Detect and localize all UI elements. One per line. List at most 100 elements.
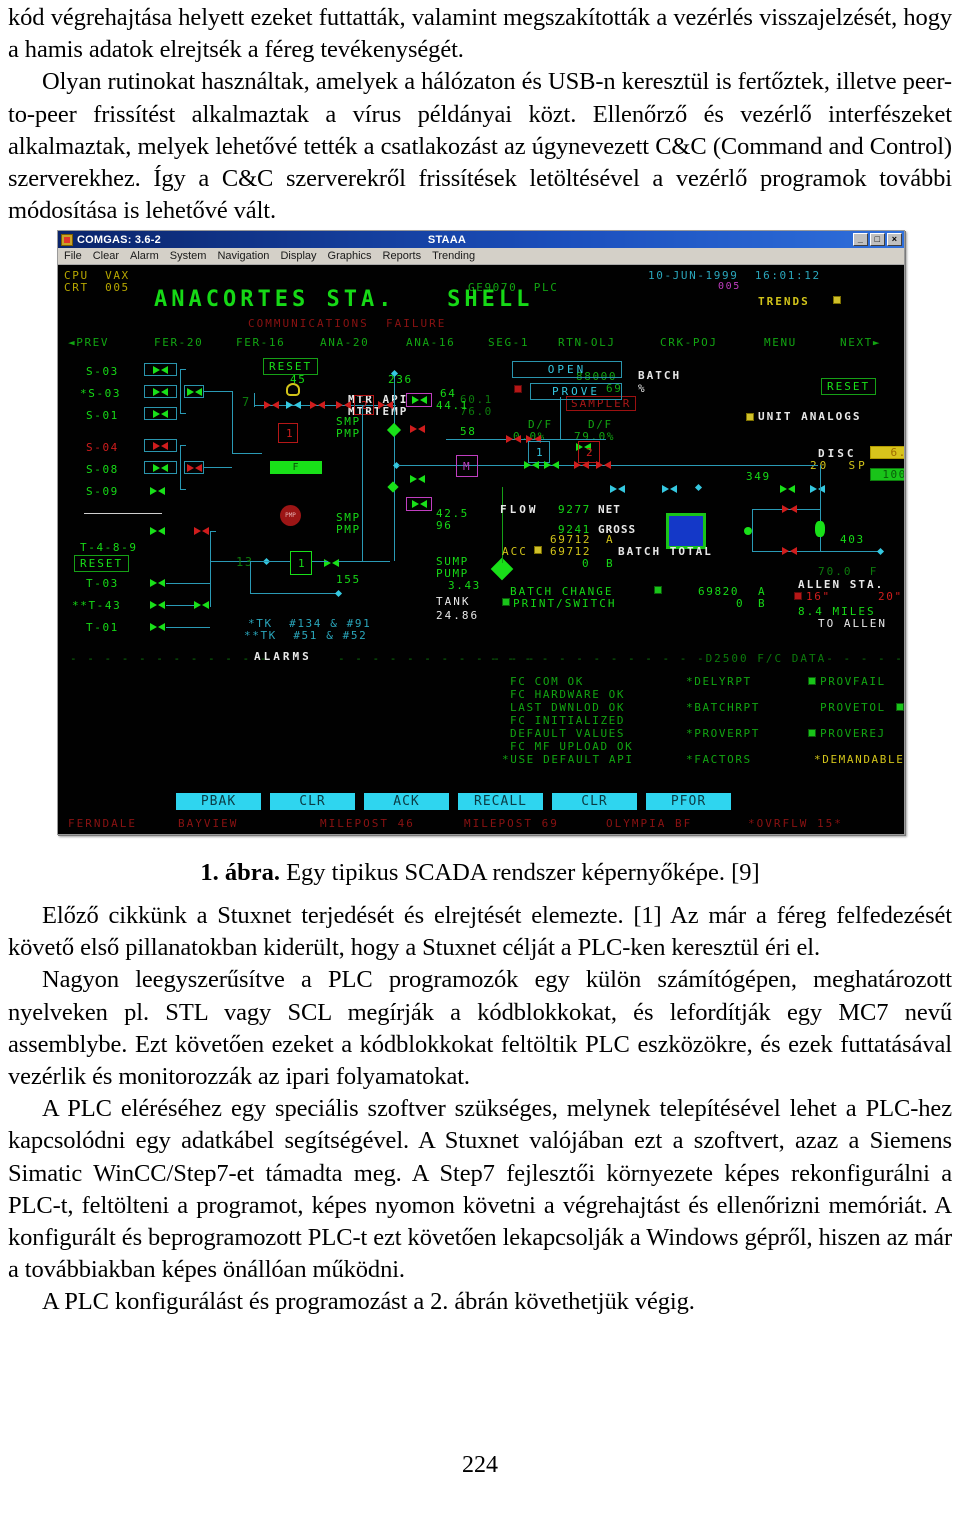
nav-next[interactable]: NEXT► <box>840 336 881 349</box>
valve-icon-b8[interactable] <box>810 485 825 493</box>
green-status-bar[interactable]: F <box>270 461 322 474</box>
print-switch-icon[interactable] <box>502 598 510 606</box>
reset-button-left[interactable]: RESET <box>74 555 130 572</box>
valve-icon-t43b[interactable] <box>194 601 209 609</box>
provetol-icon[interactable] <box>896 703 904 711</box>
valve-icon-b7[interactable] <box>780 485 795 493</box>
valve-icon-s03b[interactable] <box>153 388 168 396</box>
valve-icon-b4[interactable] <box>596 461 611 469</box>
valve-tag-s09[interactable]: S-09 <box>86 485 119 498</box>
valve-icon-s08b[interactable] <box>187 464 202 472</box>
valve-tag-s08[interactable]: S-08 <box>86 463 119 476</box>
allen-16-icon[interactable] <box>794 592 802 600</box>
prove-status-icon[interactable] <box>514 385 522 393</box>
valve-icon-r1[interactable] <box>410 425 425 433</box>
batch-change-icon[interactable] <box>654 586 662 594</box>
valve-icon-s03b2[interactable] <box>187 388 202 396</box>
menu-item-display[interactable]: Display <box>280 250 316 262</box>
valve-icon-m1[interactable] <box>506 435 521 443</box>
print-switch-label[interactable]: PRINT/SWITCH <box>513 597 616 610</box>
valve-icon-b6[interactable] <box>662 485 677 493</box>
menu-item-system[interactable]: System <box>170 250 207 262</box>
valve-icon-t01[interactable] <box>150 623 165 631</box>
fic-proverej[interactable]: PROVEREJ <box>820 727 886 740</box>
reset-button-right[interactable]: RESET <box>821 378 877 395</box>
valve-icon-t489[interactable] <box>150 527 165 535</box>
valve-icon-c5[interactable] <box>378 401 393 409</box>
button-recall[interactable]: RECALL <box>458 793 543 810</box>
nav-seg1[interactable]: SEG-1 <box>488 336 529 349</box>
nav-fer20[interactable]: FER-20 <box>154 336 203 349</box>
unit-analogs-icon[interactable] <box>746 413 754 421</box>
fic-provfail[interactable]: PROVFAIL <box>820 675 886 688</box>
diamond-valve-2[interactable] <box>387 481 399 493</box>
valve-icon-r3[interactable] <box>412 396 427 404</box>
valve-tag-t489[interactable]: T-4-8-9 <box>80 541 138 554</box>
valve-icon-r4[interactable] <box>412 500 427 508</box>
valve-tag-t01[interactable]: T-01 <box>86 621 119 634</box>
nav-ana20[interactable]: ANA-20 <box>320 336 369 349</box>
valve-icon-r2[interactable] <box>410 475 425 483</box>
provfail-icon[interactable] <box>808 677 816 685</box>
pump-alarm-icon[interactable]: PMP <box>280 505 301 526</box>
valve-tag-s04[interactable]: S-04 <box>86 441 119 454</box>
valve-icon-c4[interactable] <box>336 401 351 409</box>
menu-item-clear[interactable]: Clear <box>93 250 119 262</box>
menu-item-graphics[interactable]: Graphics <box>328 250 372 262</box>
valve-icon-b3[interactable] <box>574 461 589 469</box>
fic-demandable[interactable]: *DEMANDABLE <box>814 753 904 766</box>
valve-tag-s01[interactable]: S-01 <box>86 409 119 422</box>
valve-icon-s01[interactable] <box>153 410 168 418</box>
nav-fer16[interactable]: FER-16 <box>236 336 285 349</box>
valve-icon-c1[interactable] <box>264 401 279 409</box>
valve-tag-t43[interactable]: **T-43 <box>72 599 121 612</box>
valve-icon-b5[interactable] <box>610 485 625 493</box>
nav-crkpoj[interactable]: CRK-POJ <box>660 336 718 349</box>
valve-icon-s04[interactable] <box>153 442 168 450</box>
disc-readout-2[interactable]: 100.0 <box>870 468 904 481</box>
close-button[interactable]: × <box>887 233 902 246</box>
nav-prev[interactable]: ◄PREV <box>68 336 109 349</box>
valve-icon-t489b[interactable] <box>194 527 209 535</box>
valve-tag-s03b[interactable]: *S-03 <box>80 387 121 400</box>
valve-tag-s03a[interactable]: S-03 <box>86 365 119 378</box>
disc-readout-1[interactable]: 6.00 <box>870 446 904 459</box>
menu-item-file[interactable]: File <box>64 250 82 262</box>
menu-item-reports[interactable]: Reports <box>383 250 422 262</box>
diamond-valve-1[interactable] <box>386 422 402 438</box>
valve-icon-b2[interactable] <box>544 461 559 469</box>
button-pbak[interactable]: PBAK <box>176 793 261 810</box>
valve-icon-s08[interactable] <box>153 464 168 472</box>
valve-icon-t43[interactable] <box>150 601 165 609</box>
valve-icon-rl1[interactable] <box>782 505 797 513</box>
valve-icon-t03[interactable] <box>150 579 165 587</box>
fic-provetol[interactable]: PROVETOL <box>820 701 886 714</box>
prove-button[interactable]: PROVE <box>530 383 622 400</box>
valve-icon-s03a[interactable] <box>153 366 168 374</box>
valve-icon-s09[interactable] <box>150 487 165 495</box>
proverej-icon[interactable] <box>808 729 816 737</box>
maximize-button[interactable]: □ <box>870 233 885 246</box>
nav-ana16[interactable]: ANA-16 <box>406 336 455 349</box>
nav-rtnolj[interactable]: RTN-OLJ <box>558 336 616 349</box>
menu-item-navigation[interactable]: Navigation <box>217 250 269 262</box>
menu-item-trending[interactable]: Trending <box>432 250 475 262</box>
valve-icon-rl2[interactable] <box>782 547 797 555</box>
fic-delyrpt[interactable]: *DELYRPT <box>686 675 752 688</box>
open-indicator[interactable]: OPEN <box>512 361 622 378</box>
minimize-button[interactable]: _ <box>853 233 868 246</box>
valve-icon-rl3[interactable] <box>815 521 825 537</box>
acc-indicator-icon[interactable] <box>534 546 542 554</box>
button-clr-1[interactable]: CLR <box>270 793 355 810</box>
fic-factors[interactable]: *FACTORS <box>686 753 752 766</box>
button-ack[interactable]: ACK <box>364 793 449 810</box>
trends-indicator-icon[interactable] <box>833 296 841 304</box>
button-pfor[interactable]: PFOR <box>646 793 731 810</box>
button-clr-2[interactable]: CLR <box>552 793 637 810</box>
valve-icon-b1[interactable] <box>524 461 539 469</box>
menu-item-alarm[interactable]: Alarm <box>130 250 159 262</box>
valve-icon-c2[interactable] <box>286 401 301 409</box>
fic-batchrpt[interactable]: *BATCHRPT <box>686 701 760 714</box>
valve-icon-c3[interactable] <box>310 401 325 409</box>
nav-menu[interactable]: MENU <box>764 336 797 349</box>
